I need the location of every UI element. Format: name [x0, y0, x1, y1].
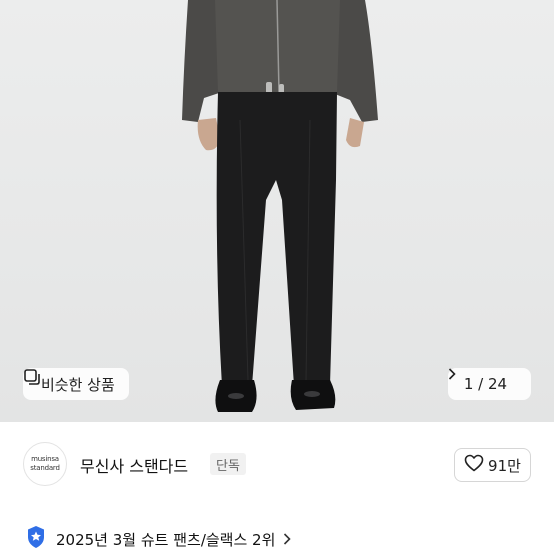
- exclusive-badge: 단독: [210, 453, 246, 475]
- similar-items-button[interactable]: 비슷한 상품: [23, 368, 129, 400]
- ranking-star-badge-icon: [26, 525, 46, 553]
- image-counter-button[interactable]: 1 / 24: [448, 368, 531, 400]
- like-count: 91만: [488, 456, 521, 475]
- image-counter: 1 / 24: [463, 375, 508, 393]
- brand-logo-line2: standard: [30, 464, 60, 472]
- seller-row: musinsa standard 무신사 스탠다드 단독 91만: [0, 422, 554, 510]
- model-illustration: [182, 0, 378, 412]
- heart-outline-icon: [464, 454, 484, 476]
- brand-logo-line1: musinsa: [31, 455, 59, 463]
- chevron-right-icon: [283, 530, 292, 549]
- ranking-text: 2025년 3월 슈트 팬츠/슬랙스 2위: [56, 530, 276, 549]
- similar-items-label: 비슷한 상품: [41, 375, 115, 394]
- like-button[interactable]: 91만: [454, 448, 531, 482]
- ranking-link[interactable]: 2025년 3월 슈트 팬츠/슬랙스 2위: [0, 524, 554, 554]
- brand-name-link[interactable]: 무신사 스탠다드: [80, 453, 188, 477]
- brand-logo[interactable]: musinsa standard: [23, 442, 67, 486]
- product-image[interactable]: 비슷한 상품 1 / 24: [0, 0, 554, 422]
